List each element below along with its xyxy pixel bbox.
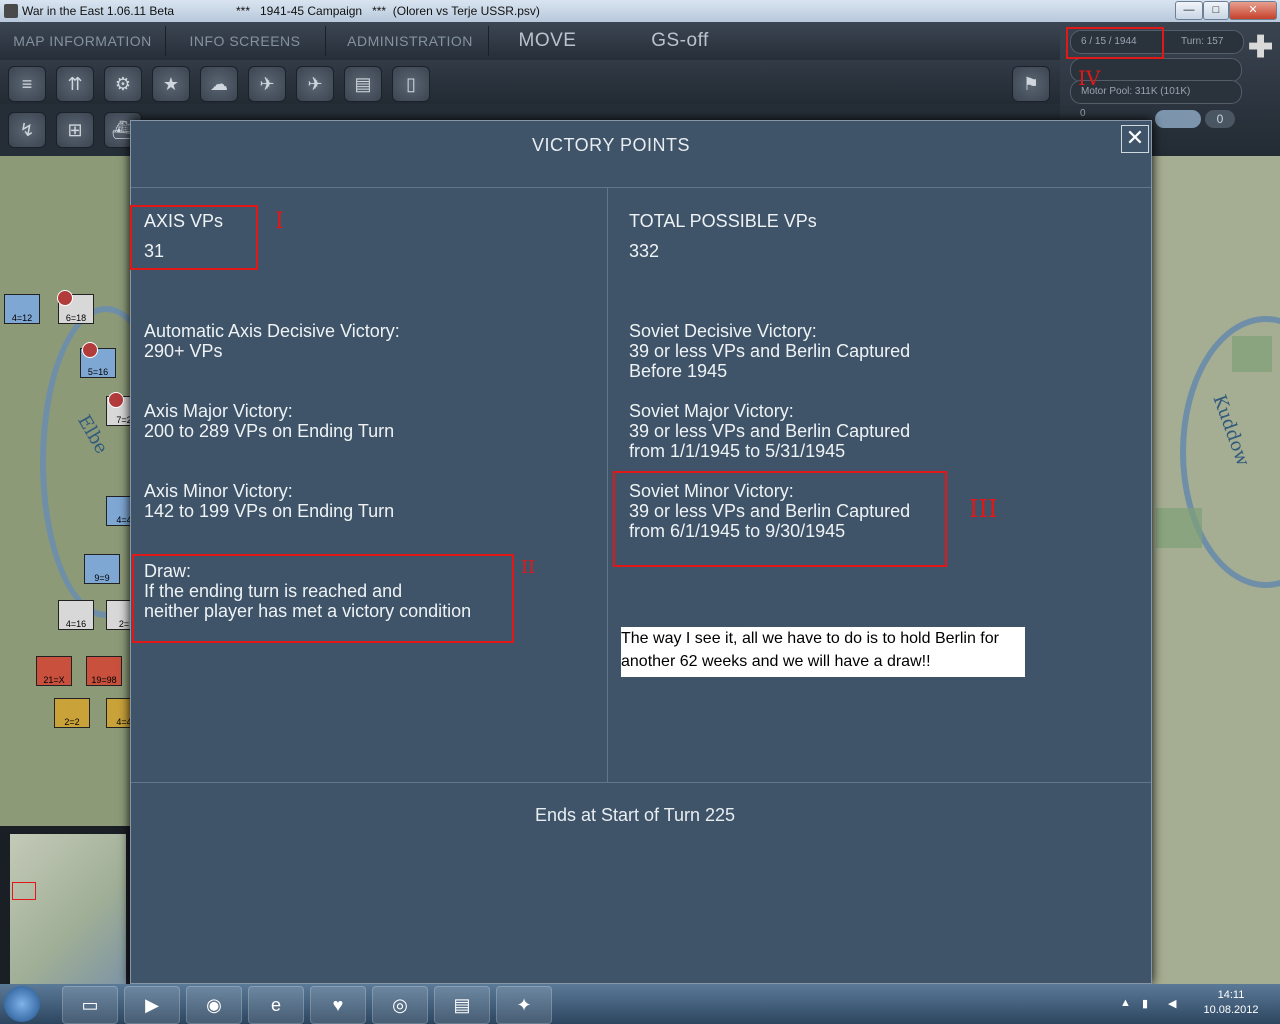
hp-icon[interactable]: ◉	[186, 986, 242, 1024]
map-unit[interactable]: 9=9	[84, 554, 120, 584]
list-icon[interactable]: ≡	[8, 66, 46, 102]
iron-cross-icon: ✚	[1248, 31, 1274, 64]
game-menu-bar: MAP INFORMATION INFO SCREENS ADMINISTRAT…	[0, 22, 1060, 60]
air-icon[interactable]: ✈	[248, 66, 286, 102]
map-unit[interactable]: 4=16	[58, 600, 94, 630]
soviet-major-victory: Soviet Major Victory: 39 or less VPs and…	[629, 401, 911, 461]
media-player-icon[interactable]: ▶	[124, 986, 180, 1024]
minimap-viewport[interactable]	[12, 882, 36, 900]
map-unit[interactable]: 4=4	[106, 698, 130, 728]
axis-minor-victory: Axis Minor Victory: 142 to 199 VPs on En…	[144, 481, 395, 521]
forest	[1232, 336, 1272, 372]
turn-number: Turn: 157	[1181, 36, 1224, 47]
system-clock[interactable]: 14:11 10.08.2012	[1196, 988, 1266, 1018]
tab-administration[interactable]: ADMINISTRATION	[340, 22, 480, 60]
map-area-left[interactable]: Elbe 4=12 6=18 5=16 7=2 4=4 9=9 4=16 2= …	[0, 156, 130, 826]
column-divider	[607, 187, 608, 783]
start-button[interactable]	[4, 986, 40, 1022]
tab-gs-off[interactable]: GS-off	[630, 22, 730, 60]
volume-icon[interactable]: ◀	[1168, 997, 1176, 1010]
minimize-button[interactable]: —	[1175, 1, 1203, 20]
axis-decisive-victory: Automatic Axis Decisive Victory: 290+ VP…	[144, 321, 400, 361]
window-title: War in the East 1.06.11 Beta	[22, 4, 175, 18]
internet-explorer-icon[interactable]: e	[248, 986, 304, 1024]
map-unit[interactable]: 19=98	[86, 656, 122, 686]
map-unit[interactable]: 2=	[106, 600, 130, 630]
window-titlebar: War in the East 1.06.11 Beta *** 1941-45…	[0, 0, 1280, 23]
count-badge[interactable]: 0	[1205, 110, 1235, 128]
tab-map-information[interactable]: MAP INFORMATION	[10, 22, 155, 60]
annotation-label-two: II	[521, 557, 536, 578]
map-unit[interactable]: 2=2	[54, 698, 90, 728]
weather-icon[interactable]: ☁	[200, 66, 238, 102]
tab-divider	[325, 26, 326, 56]
victory-points-dialog: VICTORY POINTS ✕ AXIS VPs 31 TOTAL POSSI…	[130, 120, 1152, 984]
annotation-box-axis-vps	[130, 205, 258, 270]
tab-divider	[488, 26, 489, 56]
clock-date: 10.08.2012	[1203, 1004, 1259, 1016]
tray-arrow-icon[interactable]: ▲	[1120, 997, 1131, 1009]
dialog-close-button[interactable]: ✕	[1121, 125, 1149, 153]
units-icon[interactable]: ⇈	[56, 66, 94, 102]
path-icon[interactable]: ↯	[8, 112, 46, 148]
forest	[1156, 508, 1202, 548]
toolbar: ≡ ⇈ ⚙ ★ ☁ ✈ ✈ ▤ ▯ ⚑	[0, 60, 1060, 104]
dialog-title: VICTORY POINTS	[531, 135, 691, 155]
gear-icon[interactable]: ⚙	[104, 66, 142, 102]
tab-move[interactable]: MOVE	[505, 22, 590, 60]
minimap[interactable]	[0, 826, 130, 990]
app-icon	[4, 4, 18, 18]
map-unit[interactable]: 4=12	[4, 294, 40, 324]
rail-icon[interactable]: ▤	[344, 66, 382, 102]
dialog-header: VICTORY POINTS ✕	[131, 121, 1151, 188]
rail-line-icon[interactable]: ⊞	[56, 112, 94, 148]
annotation-label-one: I	[275, 209, 284, 234]
footer-divider	[131, 782, 1151, 783]
clipboard-icon[interactable]: ▯	[392, 66, 430, 102]
tab-divider	[165, 26, 166, 56]
explorer-icon[interactable]: ▭	[62, 986, 118, 1024]
maximize-button[interactable]: □	[1203, 1, 1229, 20]
bomber-icon[interactable]: ✈	[296, 66, 334, 102]
annotation-box-draw	[132, 554, 514, 643]
small-value: 0	[1080, 108, 1086, 119]
heart-app-icon[interactable]: ♥	[310, 986, 366, 1024]
map-unit[interactable]: 21=X	[36, 656, 72, 686]
map-area-right[interactable]: Kuddow	[1150, 156, 1280, 990]
annotation-box-soviet-minor	[613, 471, 947, 567]
game-app-icon[interactable]: ✦	[496, 986, 552, 1024]
comment-note: The way I see it, all we have to do is t…	[621, 627, 1025, 677]
unit-badge	[82, 342, 98, 358]
tab-info-screens[interactable]: INFO SCREENS	[175, 22, 315, 60]
map-unit[interactable]: 4=4	[106, 496, 130, 526]
window-subtitle: *** 1941-45 Campaign *** (Oloren vs Terj…	[236, 4, 540, 18]
unit-badge	[108, 392, 124, 408]
annotation-label-four: IV	[1078, 66, 1101, 90]
soviet-decisive-victory: Soviet Decisive Victory: 39 or less VPs …	[629, 321, 911, 381]
clock-time: 14:11	[1217, 989, 1245, 1001]
unit-badge	[57, 290, 73, 306]
total-vps-value: 332	[629, 241, 660, 261]
star-icon[interactable]: ★	[152, 66, 190, 102]
flag-icon[interactable]: ⚑	[1012, 66, 1050, 102]
network-icon[interactable]: ▮	[1142, 997, 1148, 1010]
axis-major-victory: Axis Major Victory: 200 to 289 VPs on En…	[144, 401, 395, 441]
gauge	[1155, 110, 1201, 128]
end-turn-text: Ends at Start of Turn 225	[534, 805, 736, 825]
total-vps-label: TOTAL POSSIBLE VPs	[629, 211, 817, 231]
annotation-label-three: III	[969, 495, 998, 523]
annotation-box-date	[1066, 27, 1164, 59]
minimap-view	[10, 834, 126, 984]
close-window-button[interactable]: ✕	[1229, 1, 1277, 20]
spotify-icon[interactable]: ◎	[372, 986, 428, 1024]
taskbar: ▭ ▶ ◉ e ♥ ◎ ▤ ✦ ▲ ▮ ◀ 14:11 10.08.2012	[0, 984, 1280, 1024]
sticky-notes-icon[interactable]: ▤	[434, 986, 490, 1024]
